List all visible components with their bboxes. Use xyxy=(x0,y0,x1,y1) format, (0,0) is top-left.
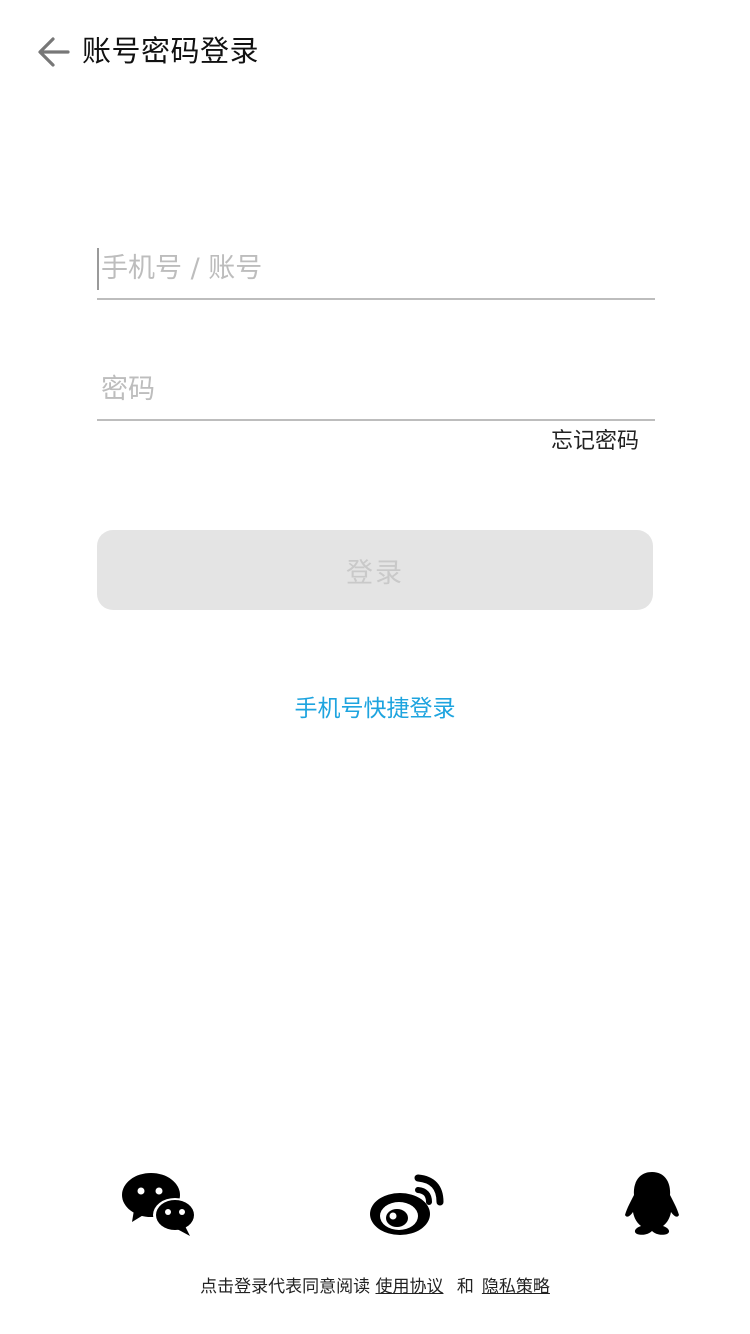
wechat-icon xyxy=(122,1173,197,1236)
wechat-login-button[interactable] xyxy=(120,1170,198,1238)
forgot-password-link[interactable]: 忘记密码 xyxy=(551,426,639,458)
weibo-icon xyxy=(370,1174,444,1235)
agreement-prefix: 点击登录代表同意阅读 xyxy=(200,1277,371,1297)
agreement-text: 点击登录代表同意阅读 使用协议 和隐私策略 xyxy=(0,1274,750,1300)
weibo-login-button[interactable] xyxy=(368,1170,448,1238)
phone-quick-login-link[interactable]: 手机号快捷登录 xyxy=(0,692,750,726)
header: 账号密码登录 xyxy=(0,0,750,104)
terms-link[interactable]: 使用协议 xyxy=(376,1277,444,1297)
password-input[interactable] xyxy=(97,359,655,419)
qq-login-button[interactable] xyxy=(621,1170,683,1238)
login-button[interactable]: 登录 xyxy=(97,530,653,610)
back-button[interactable] xyxy=(34,32,74,72)
qq-icon xyxy=(625,1172,679,1235)
account-input[interactable] xyxy=(97,238,655,298)
account-field xyxy=(97,238,655,300)
arrow-left-icon xyxy=(38,37,70,67)
page-title: 账号密码登录 xyxy=(82,34,260,68)
agreement-and: 和 xyxy=(456,1277,474,1297)
text-caret xyxy=(97,248,99,290)
password-field xyxy=(97,359,655,421)
privacy-link[interactable]: 隐私策略 xyxy=(482,1277,550,1297)
